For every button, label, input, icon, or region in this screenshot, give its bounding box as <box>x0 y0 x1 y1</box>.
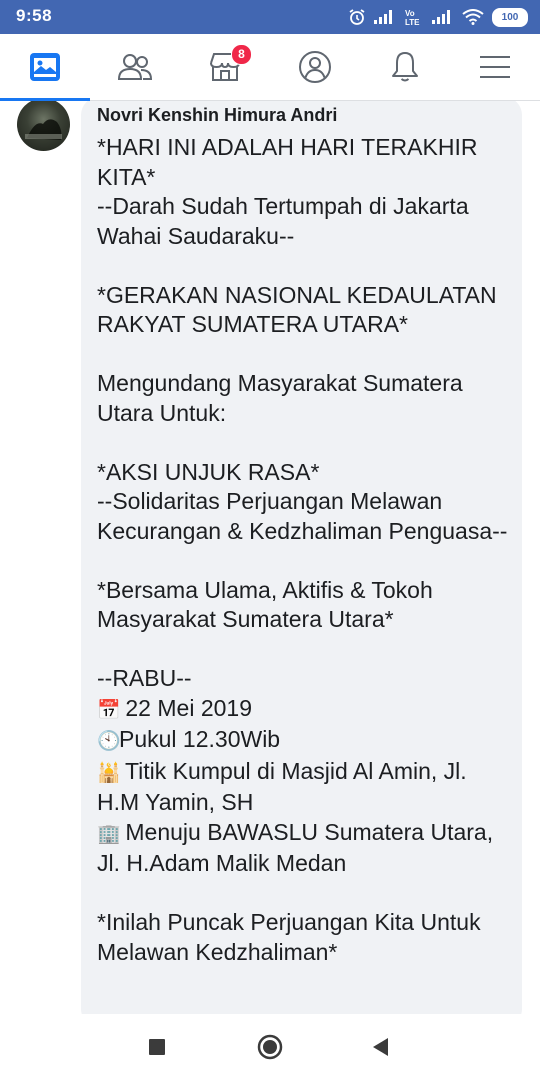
building-icon: 🏢 <box>97 822 121 845</box>
back-triangle-icon <box>373 1038 388 1056</box>
comment-thread: Novri Kenshin Himura Andri *HARI INI ADA… <box>0 101 540 1014</box>
status-icons: Vo LTE 100 <box>348 7 528 27</box>
svg-text:Vo: Vo <box>405 9 415 18</box>
nav-friends[interactable] <box>90 34 180 100</box>
nav-menu[interactable] <box>450 34 540 100</box>
signal-icon <box>432 10 450 24</box>
avatar[interactable] <box>17 101 70 151</box>
event-time: Pukul 12.30Wib <box>119 726 281 752</box>
clock-icon: 🕙 <box>97 730 121 752</box>
comment-line: Mengundang Masyarakat Sumatera Utara Unt… <box>97 370 470 426</box>
nav-notifications[interactable] <box>360 34 450 100</box>
comment-line: --RABU-- <box>97 665 192 691</box>
wifi-icon <box>462 9 484 25</box>
circle-icon <box>257 1034 283 1060</box>
comment-closing: *Inilah Puncak Perjuangan Kita Untuk Mel… <box>97 909 487 965</box>
comment-line: *GERAKAN NASIONAL KEDAULATAN RAKYAT SUMA… <box>97 281 504 338</box>
alarm-icon <box>349 9 365 25</box>
event-date: 22 Mei 2019 <box>125 694 252 721</box>
profile-icon <box>299 51 331 83</box>
status-bar: 9:58 Vo LTE 100 <box>0 0 540 34</box>
comment-line: *AKSI UNJUK RASA* <box>97 458 320 485</box>
square-icon <box>149 1039 165 1055</box>
back-button[interactable] <box>345 1014 415 1080</box>
news-feed-icon <box>30 53 60 81</box>
home-button[interactable] <box>235 1014 305 1080</box>
mosque-icon: 🕌 <box>97 761 121 784</box>
comment-line: --Darah Sudah Tertumpah di Jakarta Wahai… <box>97 193 475 249</box>
comment-line: *Bersama Ulama, Aktifis & Tokoh Masyarak… <box>97 576 440 633</box>
calendar-icon: 📅 <box>97 698 121 721</box>
comment-line: --Solidaritas Perjuangan Melawan Kecuran… <box>97 488 508 544</box>
comment-line: *HARI INI ADALAH HARI TERAKHIR KITA* <box>97 134 484 190</box>
svg-text:LTE: LTE <box>405 18 420 26</box>
comment-author[interactable]: Novri Kenshin Himura Andri <box>97 105 337 126</box>
notification-badge: 8 <box>231 44 252 65</box>
event-gathering-point: Titik Kumpul di Masjid Al Amin, Jl. H.M … <box>97 757 474 816</box>
nav-profile[interactable] <box>270 34 360 100</box>
bell-icon <box>392 52 418 82</box>
top-navigation: 8 <box>0 34 540 101</box>
event-destination: Menuju BAWASLU Sumatera Utara, Jl. H.Ada… <box>97 818 500 877</box>
hamburger-menu-icon <box>480 56 510 78</box>
system-navigation-bar <box>0 1014 540 1080</box>
comment-body: *HARI INI ADALAH HARI TERAKHIR KITA* --D… <box>97 133 515 967</box>
signal-icon <box>374 10 392 24</box>
recent-apps-button[interactable] <box>122 1014 192 1080</box>
status-time: 9:58 <box>16 6 53 25</box>
avatar-image <box>25 119 62 140</box>
volte-icon: VoLTE <box>405 9 420 26</box>
friends-icon <box>117 54 153 80</box>
battery-icon: 100 <box>492 7 528 27</box>
nav-marketplace[interactable]: 8 <box>180 34 270 100</box>
nav-news-feed[interactable] <box>0 34 90 101</box>
